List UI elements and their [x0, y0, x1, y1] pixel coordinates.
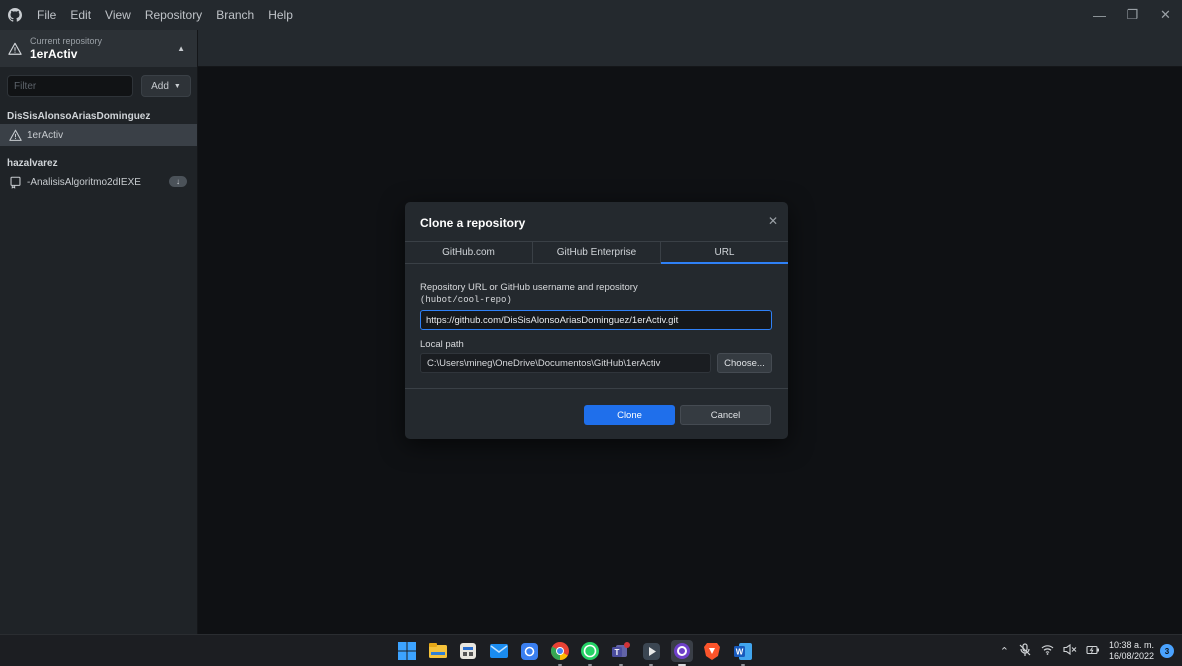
- whatsapp-icon[interactable]: [579, 640, 601, 666]
- clock-date: 16/08/2022: [1108, 651, 1154, 661]
- svg-text:T: T: [614, 648, 619, 657]
- local-path-label: Local path: [420, 339, 464, 350]
- title-bar: File Edit View Repository Branch Help — …: [0, 0, 1182, 30]
- repo-item-label: -AnalisisAlgoritmo2dIEXE: [27, 176, 141, 188]
- local-path-input[interactable]: [420, 353, 711, 373]
- repo-item-1eractiv[interactable]: 1erActiv: [0, 124, 197, 146]
- window-controls: — ❐ ✕: [1083, 0, 1182, 30]
- menu-edit[interactable]: Edit: [63, 0, 98, 30]
- repository-url-input[interactable]: [420, 310, 772, 330]
- clone-repository-dialog: Clone a repository ✕ GitHub.com GitHub E…: [405, 202, 788, 439]
- taskbar-apps: T W: [396, 640, 762, 666]
- windows-taskbar: T W ⌃ 10:38 a. m. 16/08/2022 3: [0, 634, 1182, 666]
- current-repository-selector[interactable]: Current repository 1erActiv ▲: [0, 30, 198, 67]
- menu-file[interactable]: File: [30, 0, 63, 30]
- toolbar: Current repository 1erActiv ▲: [0, 30, 1182, 67]
- repo-icon: [8, 175, 22, 189]
- brave-icon[interactable]: [701, 640, 723, 662]
- current-repository-caption: Current repository: [30, 36, 103, 46]
- teams-icon[interactable]: T: [610, 640, 632, 666]
- repo-item-label: 1erActiv: [27, 129, 64, 141]
- caret-up-icon: ▲: [177, 44, 185, 53]
- menu-help[interactable]: Help: [261, 0, 300, 30]
- url-field-hint: (hubot/cool-repo): [420, 295, 512, 305]
- file-explorer-icon[interactable]: [427, 640, 449, 662]
- dialog-tabs: GitHub.com GitHub Enterprise URL: [405, 241, 788, 264]
- choose-button[interactable]: Choose...: [717, 353, 772, 373]
- media-player-icon[interactable]: [640, 640, 662, 666]
- group-owner-title: DisSisAlonsoAriasDominguez: [7, 111, 151, 122]
- close-window-icon[interactable]: ✕: [1149, 0, 1182, 30]
- chat-icon[interactable]: [518, 640, 540, 662]
- close-icon[interactable]: ✕: [768, 214, 778, 228]
- svg-text:W: W: [735, 647, 743, 656]
- mic-muted-icon[interactable]: [1018, 642, 1032, 660]
- menu-bar: File Edit View Repository Branch Help: [30, 0, 300, 30]
- group-owner-title: hazalvarez: [7, 158, 58, 169]
- clock[interactable]: 10:38 a. m. 16/08/2022: [1109, 640, 1154, 662]
- filter-input[interactable]: [7, 75, 133, 97]
- warning-icon: [8, 42, 22, 55]
- menu-repository[interactable]: Repository: [138, 0, 209, 30]
- calendar-app-icon[interactable]: [457, 640, 479, 662]
- url-field-label: Repository URL or GitHub username and re…: [420, 282, 638, 293]
- github-desktop-icon[interactable]: [670, 640, 693, 666]
- windows-start-icon[interactable]: [396, 640, 418, 662]
- github-logo-icon: [0, 0, 30, 30]
- current-repository-name: 1erActiv: [30, 47, 78, 61]
- word-icon[interactable]: W: [732, 640, 754, 666]
- download-arrow-icon: ↓: [169, 176, 187, 187]
- minimize-icon[interactable]: —: [1083, 0, 1116, 30]
- warning-icon: [8, 128, 22, 142]
- tab-github-com[interactable]: GitHub.com: [405, 242, 533, 263]
- dialog-footer: Clone Cancel: [405, 388, 788, 439]
- mail-icon[interactable]: [488, 640, 510, 662]
- maximize-icon[interactable]: ❐: [1116, 0, 1149, 30]
- tab-github-enterprise[interactable]: GitHub Enterprise: [533, 242, 661, 263]
- add-button-label: Add: [151, 80, 169, 92]
- battery-charging-icon[interactable]: [1086, 645, 1100, 658]
- chevron-up-icon[interactable]: ⌃: [1000, 645, 1009, 658]
- clone-button[interactable]: Clone: [584, 405, 675, 425]
- clock-time: 10:38 a. m.: [1108, 640, 1154, 650]
- caret-down-icon: ▼: [173, 82, 181, 90]
- volume-muted-icon[interactable]: [1063, 643, 1077, 658]
- wifi-icon[interactable]: [1041, 644, 1054, 658]
- dialog-title: Clone a repository: [420, 216, 526, 230]
- cancel-button[interactable]: Cancel: [680, 405, 771, 425]
- chrome-icon[interactable]: [549, 640, 571, 666]
- repo-item-analisis[interactable]: -AnalisisAlgoritmo2dIEXE ↓: [0, 171, 197, 193]
- menu-view[interactable]: View: [98, 0, 138, 30]
- notification-badge[interactable]: 3: [1160, 644, 1174, 658]
- repository-list-sidebar: Add ▼ DisSisAlonsoAriasDominguez 1erActi…: [0, 67, 198, 634]
- system-tray: ⌃ 10:38 a. m. 16/08/2022 3: [1000, 635, 1182, 666]
- menu-branch[interactable]: Branch: [209, 0, 261, 30]
- add-button[interactable]: Add ▼: [141, 75, 191, 97]
- tab-url[interactable]: URL: [661, 242, 788, 264]
